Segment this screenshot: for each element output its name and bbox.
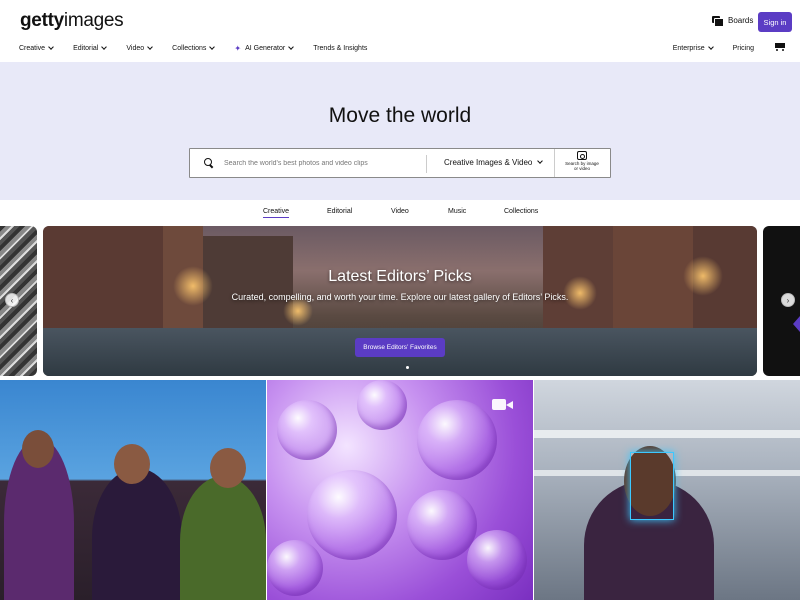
chevron-down-icon	[147, 44, 153, 50]
bubble-shape	[417, 400, 497, 480]
person-figure	[180, 476, 266, 600]
nav-label: Video	[126, 45, 145, 52]
nav-item-video[interactable]: Video	[126, 44, 153, 53]
tab-video[interactable]: Video	[391, 208, 409, 215]
hero-section: Move the world Creative Images & Video S…	[0, 62, 800, 200]
chevron-down-icon	[288, 44, 295, 50]
chevron-down-icon	[537, 158, 544, 164]
logo-text-bold: getty	[20, 10, 64, 31]
search-icon[interactable]	[204, 158, 213, 167]
top-bar: gettyimages Boards Sign in	[0, 0, 800, 40]
nav-label: Creative	[19, 45, 46, 52]
cart-icon[interactable]	[774, 42, 786, 52]
face-scan-overlay	[630, 452, 674, 520]
search-divider	[426, 155, 427, 173]
chevron-right-icon[interactable]: ›	[781, 293, 795, 307]
camera-search-icon	[577, 151, 587, 160]
tab-music[interactable]: Music	[448, 208, 466, 215]
chevron-down-icon	[707, 43, 714, 50]
logo-text-light: images	[63, 10, 124, 31]
content-type-tabs: Creative Editorial Video Music Collectio…	[0, 200, 800, 226]
video-camera-icon	[492, 397, 514, 411]
search-by-image-label-2: or video	[573, 166, 590, 171]
nav-item-editorial[interactable]: Editorial	[73, 44, 108, 53]
chevron-left-icon[interactable]: ‹	[5, 293, 19, 307]
tab-collections[interactable]: Collections	[504, 208, 538, 215]
boards-link[interactable]: Boards	[712, 16, 754, 27]
bubble-shape	[357, 380, 407, 430]
search-divider	[554, 149, 555, 177]
sign-in-button[interactable]: Sign in	[758, 12, 792, 32]
nav-item-collections[interactable]: Collections	[172, 44, 216, 53]
main-nav: Creative Editorial Video Collections ✦ A…	[0, 40, 800, 62]
bubble-shape	[307, 470, 397, 560]
carousel-title: Latest Editors’ Picks	[328, 268, 472, 285]
person-head	[114, 444, 150, 484]
bubble-shape	[277, 400, 337, 460]
building-image	[203, 236, 293, 336]
browse-editors-favorites-button[interactable]: Browse Editors’ Favorites	[355, 338, 445, 357]
tab-creative[interactable]: Creative	[263, 208, 290, 218]
hero-title: Move the world	[328, 104, 472, 127]
image-tile[interactable]	[0, 380, 266, 600]
chevron-down-icon	[209, 44, 216, 50]
boards-label: Boards	[728, 16, 754, 25]
search-bar: Creative Images & Video Search by image …	[189, 148, 611, 178]
chevron-down-icon	[48, 44, 54, 50]
feedback-tab-icon[interactable]	[793, 316, 800, 332]
getty-images-logo[interactable]: gettyimages	[20, 10, 124, 32]
bubble-shape	[267, 540, 323, 596]
ceiling-light	[534, 430, 800, 438]
nav-label: Enterprise	[672, 44, 705, 52]
nav-label: Editorial	[73, 45, 99, 52]
person-head	[22, 430, 54, 468]
nav-item-trends-insights[interactable]: Trends & Insights	[313, 44, 367, 53]
person-head	[210, 448, 246, 488]
chevron-down-icon	[101, 44, 108, 50]
image-tile[interactable]	[534, 380, 800, 600]
search-scope-dropdown[interactable]: Creative Images & Video	[444, 158, 544, 167]
nav-label: Collections	[172, 45, 207, 52]
bubble-shape	[467, 530, 527, 590]
nav-item-ai-generator[interactable]: ✦ AI Generator	[234, 44, 295, 53]
search-scope-label: Creative Images & Video	[444, 158, 533, 167]
boards-icon	[712, 16, 724, 27]
editors-picks-carousel: Latest Editors’ Picks Curated, compellin…	[0, 226, 800, 376]
nav-item-enterprise[interactable]: Enterprise	[672, 43, 714, 52]
bubble-shape	[407, 490, 477, 560]
nav-item-pricing[interactable]: Pricing	[733, 45, 754, 52]
tab-editorial[interactable]: Editorial	[327, 208, 352, 215]
sparkle-icon: ✦	[234, 44, 242, 53]
carousel-dot[interactable]	[406, 366, 409, 369]
search-by-image-button[interactable]: Search by image or video	[562, 151, 602, 171]
carousel-subtitle: Curated, compelling, and worth your time…	[231, 292, 569, 302]
search-input[interactable]	[224, 155, 424, 171]
nav-label: AI Generator	[245, 45, 286, 52]
image-grid	[0, 380, 800, 600]
nav-label: Pricing	[732, 44, 754, 52]
nav-item-creative[interactable]: Creative	[19, 44, 54, 53]
nav-label: Trends & Insights	[313, 45, 368, 52]
video-tile[interactable]	[267, 380, 533, 600]
person-figure	[92, 468, 182, 600]
